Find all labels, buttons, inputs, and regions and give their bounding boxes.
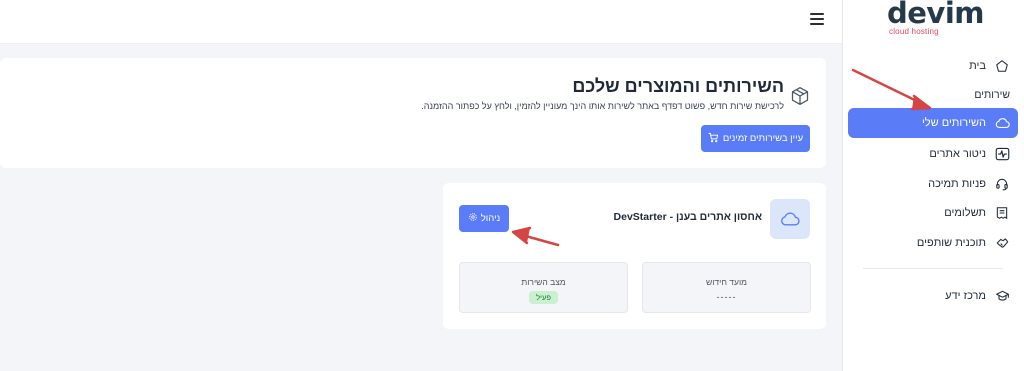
box-icon [790, 86, 810, 106]
renewal-value: ----- [716, 292, 737, 302]
sidebar-item-support-tickets[interactable]: פניות תמיכה [854, 171, 1010, 197]
sidebar-divider [863, 268, 1003, 269]
page-description: לרכישת שירות חדש, פשוט דפדף באתר לשירות … [421, 101, 784, 111]
manage-button-label: ניהול [480, 213, 501, 224]
renewal-date-box: מועד חידוש ----- [642, 262, 811, 313]
service-cloud-icon [770, 199, 810, 239]
sidebar-item-payments[interactable]: תשלומים [854, 200, 1010, 226]
sidebar-item-label: תשלומים [944, 207, 986, 219]
service-card: אחסון אתרים בענן - DevStarter ניהול מועד… [443, 183, 826, 329]
renewal-label: מועד חידוש [706, 277, 747, 287]
handshake-icon [994, 235, 1010, 251]
sidebar-item-home[interactable]: בית [854, 53, 1010, 79]
status-badge: פעיל [529, 291, 558, 304]
cloud-icon [994, 115, 1010, 131]
sidebar-item-label: ניטור אתרים [929, 148, 986, 160]
services-header-card: השירותים והמוצרים שלכם לרכישת שירות חדש,… [0, 58, 826, 168]
graduation-cap-icon [994, 288, 1010, 304]
gear-icon [468, 212, 478, 225]
headset-icon [994, 176, 1010, 192]
sidebar-item-label: מרכז ידע [945, 290, 986, 302]
browse-services-button[interactable]: עיין בשירותים זמינים [701, 125, 810, 152]
service-name: אחסון אתרים בענן - DevStarter [613, 211, 762, 223]
home-icon [994, 58, 1010, 74]
receipt-icon [994, 205, 1010, 221]
activity-monitor-icon [994, 146, 1010, 162]
sidebar-item-label: בית [969, 60, 986, 72]
top-header [0, 0, 842, 44]
service-status-box: מצב השירות פעיל [459, 262, 628, 313]
sidebar-item-label: פניות תמיכה [928, 178, 986, 190]
sidebar: devim cloud hosting בית שירותים השירותים… [842, 0, 1024, 371]
sidebar-item-site-monitoring[interactable]: ניטור אתרים [854, 141, 1010, 167]
section-label-services: שירותים [974, 89, 1010, 101]
manage-button[interactable]: ניהול [459, 205, 509, 232]
order-button-label: עיין בשירותים זמינים [722, 133, 804, 144]
cart-icon [708, 132, 719, 146]
page-title: השירותים והמוצרים שלכם [572, 76, 784, 96]
logo[interactable]: devim cloud hosting [887, 0, 987, 40]
status-label: מצב השירות [521, 277, 566, 287]
sidebar-item-knowledge-center[interactable]: מרכז ידע [854, 283, 1010, 309]
hamburger-icon[interactable] [810, 13, 824, 25]
logo-name: devim [887, 0, 985, 30]
logo-tagline: cloud hosting [889, 27, 939, 36]
sidebar-item-my-services[interactable]: השירותים שלי [848, 108, 1018, 138]
sidebar-item-label: תוכנית שותפים [916, 237, 986, 249]
sidebar-item-affiliates[interactable]: תוכנית שותפים [854, 230, 1010, 256]
sidebar-item-label: השירותים שלי [921, 117, 986, 129]
